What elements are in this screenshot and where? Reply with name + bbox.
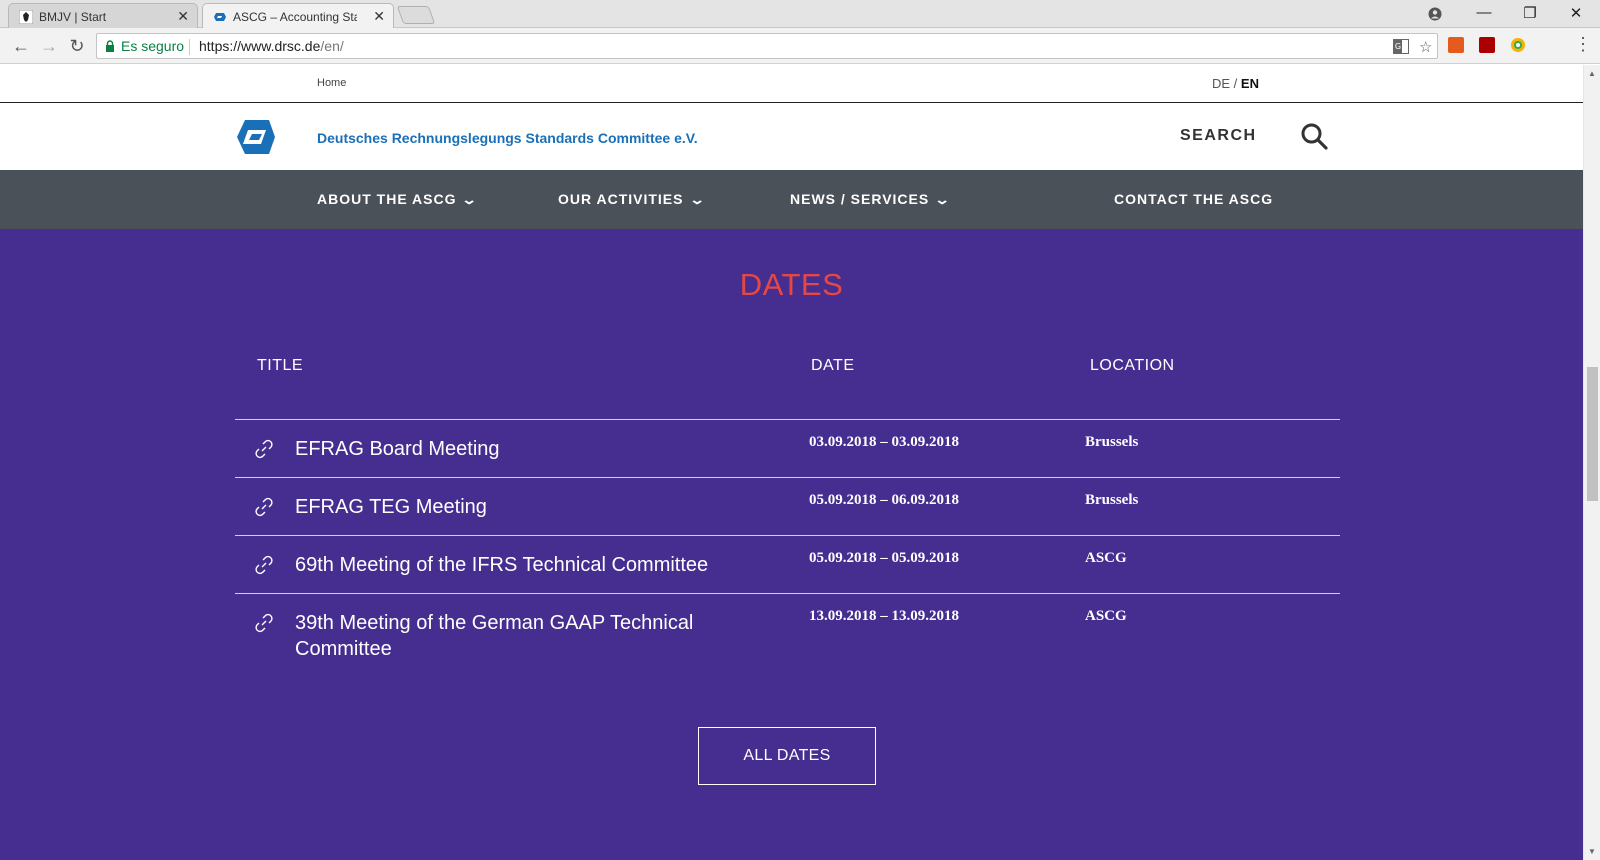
- event-title-link[interactable]: EFRAG TEG Meeting: [295, 494, 735, 520]
- breadcrumb-home[interactable]: Home: [317, 77, 346, 89]
- lang-de-link[interactable]: DE: [1212, 76, 1230, 91]
- sync-extension-icon[interactable]: [1510, 37, 1526, 53]
- event-row[interactable]: EFRAG Board Meeting 03.09.2018 – 03.09.2…: [235, 419, 1340, 477]
- link-icon: [255, 497, 273, 517]
- reload-icon[interactable]: ↻: [66, 35, 88, 57]
- search-label[interactable]: SEARCH: [1180, 127, 1257, 145]
- lang-en-link[interactable]: EN: [1241, 76, 1259, 91]
- tab-title: BMJV | Start: [39, 10, 107, 24]
- event-location: ASCG: [1085, 608, 1127, 624]
- dates-section: DATES TITLE DATE LOCATION EFRAG Board Me…: [0, 229, 1583, 860]
- event-date: 13.09.2018 – 13.09.2018: [809, 608, 959, 624]
- back-icon[interactable]: ←: [10, 35, 32, 57]
- office-extension-icon[interactable]: [1448, 37, 1464, 53]
- event-row[interactable]: 69th Meeting of the IFRS Technical Commi…: [235, 535, 1340, 593]
- main-navigation: ABOUT THE ASCG ⌄ OUR ACTIVITIES ⌄ NEWS / S…: [0, 170, 1583, 229]
- column-header-location: LOCATION: [1090, 357, 1175, 374]
- browser-tab-ascg[interactable]: ASCG – Accounting Stanc ✕: [202, 3, 394, 29]
- chevron-down-icon: ⌄: [934, 192, 953, 207]
- event-row[interactable]: EFRAG TEG Meeting 05.09.2018 – 06.09.201…: [235, 477, 1340, 535]
- url-text[interactable]: https://www.drsc.de/en/: [199, 38, 344, 54]
- event-location: Brussels: [1085, 492, 1139, 508]
- new-tab-button[interactable]: [396, 6, 436, 24]
- translate-icon[interactable]: G: [1393, 39, 1409, 54]
- organization-name[interactable]: Deutsches Rechnungslegungs Standards Com…: [317, 130, 698, 146]
- browser-menu-icon[interactable]: ⋮: [1574, 34, 1592, 55]
- event-location: Brussels: [1085, 434, 1139, 450]
- ascg-logo-icon[interactable]: [235, 118, 277, 156]
- minimize-button[interactable]: —: [1474, 4, 1494, 21]
- forward-icon[interactable]: →: [38, 35, 60, 57]
- event-title-link[interactable]: 69th Meeting of the IFRS Technical Commi…: [295, 552, 775, 578]
- tab-close-icon[interactable]: ✕: [177, 8, 189, 24]
- nav-news-services[interactable]: NEWS / SERVICES ⌄: [790, 191, 953, 208]
- event-title-link[interactable]: 39th Meeting of the German GAAP Technica…: [295, 610, 715, 662]
- search-icon[interactable]: [1300, 122, 1328, 150]
- event-date: 05.09.2018 – 05.09.2018: [809, 550, 959, 566]
- column-header-title: TITLE: [257, 357, 304, 374]
- profile-icon[interactable]: [1428, 7, 1442, 21]
- dates-heading: DATES: [739, 267, 844, 302]
- svg-text:G: G: [1395, 42, 1401, 51]
- event-row[interactable]: 39th Meeting of the German GAAP Technica…: [235, 593, 1340, 673]
- scroll-down-arrow-icon[interactable]: ▼: [1588, 847, 1596, 856]
- language-switcher: DE / EN: [1212, 76, 1259, 91]
- link-icon: [255, 439, 273, 459]
- lang-separator: /: [1230, 76, 1241, 91]
- secure-label: Es seguro: [121, 38, 185, 54]
- event-location: ASCG: [1085, 550, 1127, 566]
- ascg-favicon-icon: [214, 13, 226, 21]
- page-viewport: Home DE / EN Deutsches Rechnungslegungs …: [0, 65, 1583, 860]
- link-icon: [255, 555, 273, 575]
- lock-icon: [106, 40, 114, 52]
- nav-about-the-ascg[interactable]: ABOUT THE ASCG ⌄: [317, 191, 478, 208]
- all-dates-button[interactable]: ALL DATES: [698, 727, 876, 785]
- eagle-favicon-icon: [19, 10, 33, 24]
- tab-title: ASCG – Accounting Stanc: [233, 10, 357, 24]
- event-date: 05.09.2018 – 06.09.2018: [809, 492, 959, 508]
- scroll-up-arrow-icon[interactable]: ▲: [1588, 69, 1596, 78]
- event-title-link[interactable]: EFRAG Board Meeting: [295, 436, 735, 462]
- address-bar[interactable]: Es seguro https://www.drsc.de/en/ G ☆: [96, 33, 1438, 59]
- page-scrollbar[interactable]: ▲ ▼: [1583, 65, 1600, 860]
- nav-contact-the-ascg[interactable]: CONTACT THE ASCG: [1114, 191, 1273, 207]
- pdf-extension-icon[interactable]: [1479, 37, 1495, 53]
- browser-tab-bmjv[interactable]: BMJV | Start ✕: [8, 3, 198, 29]
- nav-our-activities[interactable]: OUR ACTIVITIES ⌄: [558, 191, 705, 208]
- browser-toolbar: ← → ↻ Es seguro https://www.drsc.de/en/ …: [0, 28, 1600, 64]
- tab-close-icon[interactable]: ✕: [373, 8, 385, 24]
- close-window-button[interactable]: ✕: [1566, 4, 1586, 22]
- scrollbar-thumb[interactable]: [1587, 367, 1598, 501]
- event-date: 03.09.2018 – 03.09.2018: [809, 434, 959, 450]
- column-header-date: DATE: [811, 357, 855, 374]
- meta-navigation: Home DE / EN: [0, 65, 1583, 103]
- link-icon: [255, 613, 273, 633]
- chevron-down-icon: ⌄: [461, 192, 480, 207]
- address-divider: [189, 39, 190, 55]
- chevron-down-icon: ⌄: [688, 192, 707, 207]
- bookmark-star-icon[interactable]: ☆: [1419, 38, 1432, 56]
- restore-button[interactable]: ❐: [1520, 4, 1540, 22]
- site-header: Deutsches Rechnungslegungs Standards Com…: [0, 103, 1583, 170]
- browser-tab-bar: BMJV | Start ✕ ASCG – Accounting Stanc ✕…: [0, 0, 1600, 29]
